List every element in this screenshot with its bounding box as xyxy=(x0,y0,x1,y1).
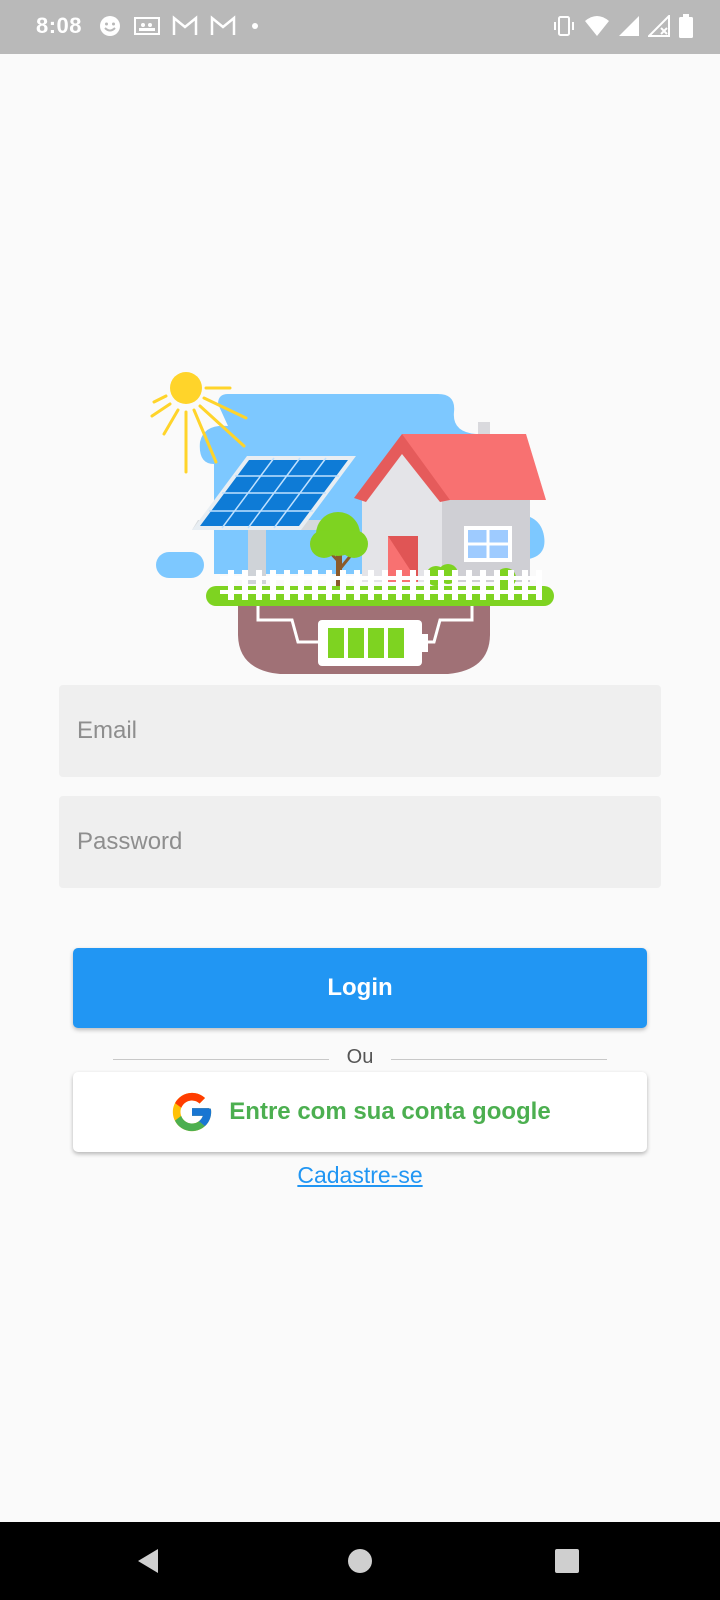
status-time: 8:08 xyxy=(36,13,83,38)
home-icon[interactable] xyxy=(345,1546,375,1576)
solar-house-illustration xyxy=(150,372,554,674)
email-placeholder: Email xyxy=(77,717,138,744)
vibrate-icon xyxy=(554,16,574,36)
gmail-icon xyxy=(210,15,236,35)
back-icon[interactable] xyxy=(134,1546,164,1576)
system-icons xyxy=(552,14,694,38)
status-bar: 8:08 xyxy=(0,0,720,54)
photos-icon xyxy=(134,17,160,35)
signal-icon xyxy=(619,16,639,36)
login-button-label: Login xyxy=(327,974,393,1001)
signup-link[interactable]: Cadastre-se xyxy=(0,1162,720,1189)
recents-icon[interactable] xyxy=(552,1546,582,1576)
battery-icon xyxy=(679,14,693,38)
wifi-icon xyxy=(585,16,609,36)
password-field[interactable]: Password xyxy=(59,796,661,888)
divider-label: Ou xyxy=(346,1046,374,1068)
smiley-icon xyxy=(100,16,120,36)
divider-line-right xyxy=(391,1059,607,1060)
navigation-bar xyxy=(0,1522,720,1600)
dot-icon xyxy=(252,23,258,29)
google-icon xyxy=(173,1092,212,1132)
notification-icons xyxy=(98,14,262,38)
login-button[interactable]: Login xyxy=(73,948,647,1028)
email-field[interactable]: Email xyxy=(59,685,661,777)
gmail-icon xyxy=(172,15,198,35)
google-signin-label: Entre com sua conta google xyxy=(229,1098,551,1125)
signal-x-icon xyxy=(648,15,670,37)
login-screen: Email Password Login Ou Entre com sua co… xyxy=(0,54,720,1522)
google-signin-button[interactable]: Entre com sua conta google xyxy=(73,1072,647,1152)
password-placeholder: Password xyxy=(77,828,183,855)
or-divider: Ou xyxy=(113,1044,607,1074)
